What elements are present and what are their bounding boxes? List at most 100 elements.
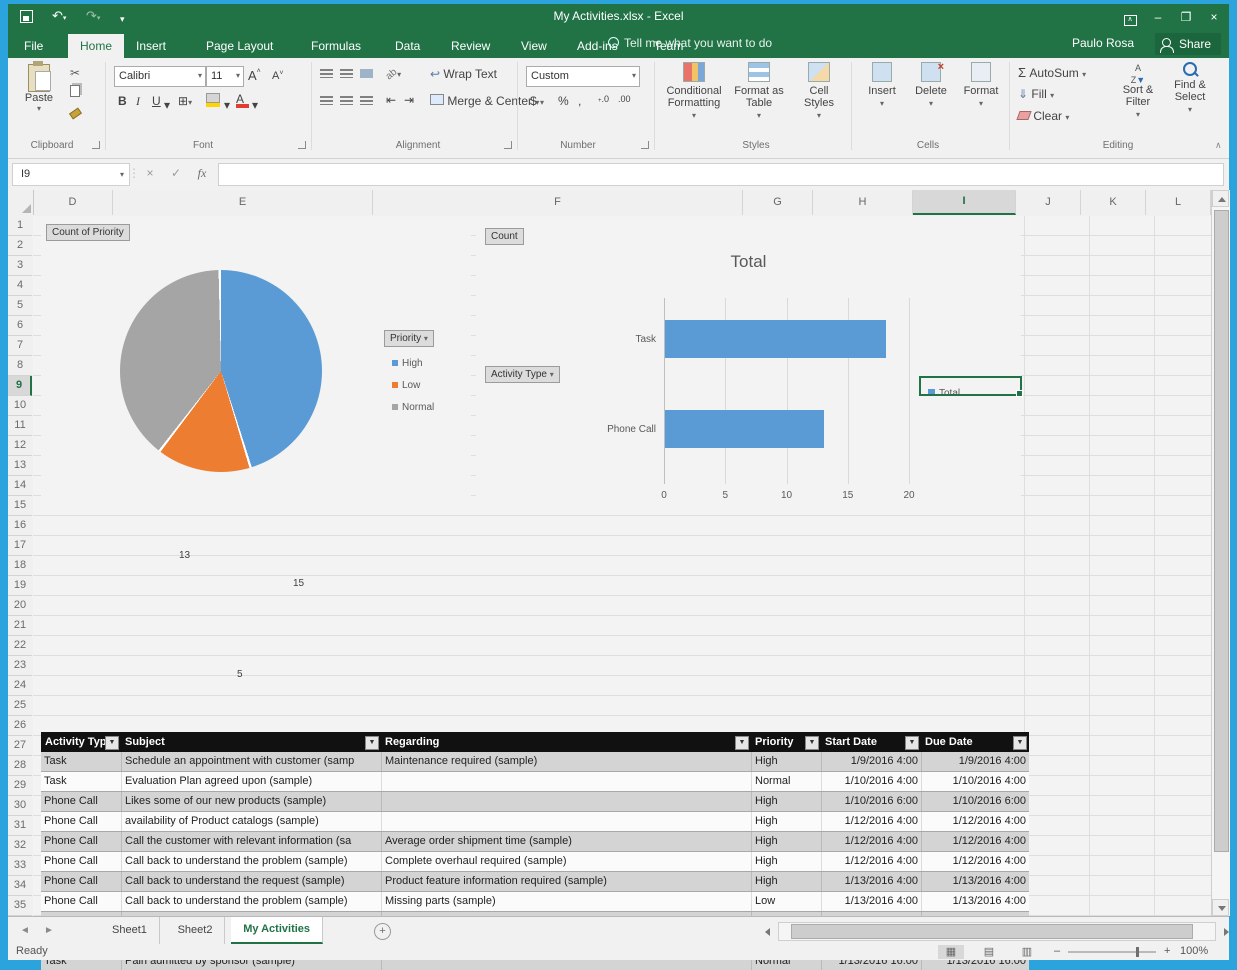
table-row[interactable]: Phone CallLikes some of our new products… — [41, 792, 1029, 812]
table-cell[interactable]: 1/9/2016 4:00 — [921, 752, 1029, 771]
table-row[interactable]: Phone CallCall back to understand the pr… — [41, 852, 1029, 872]
delete-cells-button[interactable]: × Delete▾ — [908, 62, 954, 136]
table-cell[interactable]: Schedule an appointment with customer (s… — [121, 752, 381, 771]
row-header-31[interactable]: 31 — [8, 816, 32, 836]
increase-decimal-icon[interactable]: +.0 — [598, 94, 609, 104]
table-cell[interactable]: 1/10/2016 6:00 — [921, 792, 1029, 811]
fx-icon[interactable]: fx — [192, 163, 212, 184]
fill-button[interactable]: ⇓ Fill ▾ — [1018, 87, 1054, 101]
table-header-subject[interactable]: Subject — [121, 732, 381, 752]
filter-dropdown-icon[interactable]: ▼ — [1013, 736, 1027, 750]
font-dialog-launcher-icon[interactable] — [298, 141, 306, 149]
row-header-21[interactable]: 21 — [8, 616, 32, 636]
table-cell[interactable]: Phone Call — [41, 892, 121, 911]
pie-legend-field-button[interactable]: Priority ▾ — [384, 330, 434, 347]
table-row[interactable]: Phone CallCall the customer with relevan… — [41, 832, 1029, 852]
vertical-scroll-thumb[interactable] — [1214, 210, 1229, 852]
pie-legend-item-low[interactable]: Low — [392, 380, 420, 391]
table-cell[interactable]: 1/13/2016 4:00 — [821, 872, 921, 891]
collapse-ribbon-icon[interactable]: ∧ — [1215, 140, 1222, 151]
formula-input[interactable] — [218, 163, 1224, 186]
table-cell[interactable]: Phone Call — [41, 852, 121, 871]
decrease-indent-icon[interactable]: ⇤ — [386, 93, 396, 107]
table-cell[interactable]: High — [751, 852, 821, 871]
table-cell[interactable]: Task — [41, 752, 121, 771]
table-cell[interactable]: availability of Product catalogs (sample… — [121, 812, 381, 831]
close-icon[interactable]: × — [1203, 8, 1225, 26]
selected-cell-I9[interactable] — [919, 376, 1022, 396]
ribbon-tab-formulas[interactable]: Formulas — [299, 34, 373, 58]
row-header-12[interactable]: 12 — [8, 436, 32, 456]
filter-dropdown-icon[interactable]: ▼ — [735, 736, 749, 750]
shrink-font-button[interactable]: A˅ — [272, 70, 283, 82]
font-color-dropdown-icon[interactable]: ▾ — [252, 98, 258, 112]
number-format-select[interactable]: Custom▾ — [526, 66, 640, 87]
column-header-K[interactable]: K — [1081, 190, 1146, 215]
page-break-view-icon[interactable]: ▥ — [1014, 945, 1040, 959]
cut-icon[interactable]: ✂ — [66, 64, 84, 82]
scroll-down-icon[interactable] — [1212, 899, 1229, 916]
scroll-right-icon[interactable] — [1224, 928, 1229, 936]
underline-button[interactable]: U — [152, 94, 161, 108]
row-header-25[interactable]: 25 — [8, 696, 32, 716]
row-header-2[interactable]: 2 — [8, 236, 32, 256]
table-cell[interactable]: Average order shipment time (sample) — [381, 832, 751, 851]
table-cell[interactable]: Phone Call — [41, 832, 121, 851]
scroll-up-icon[interactable] — [1212, 190, 1229, 207]
fill-color-icon[interactable] — [206, 92, 220, 107]
column-header-L[interactable]: L — [1146, 190, 1211, 215]
horizontal-scrollbar[interactable] — [778, 922, 1216, 941]
table-cell[interactable]: 1/12/2016 4:00 — [821, 852, 921, 871]
ribbon-tab-insert[interactable]: Insert — [124, 34, 178, 58]
table-cell[interactable] — [381, 792, 751, 811]
zoom-slider-thumb[interactable] — [1136, 947, 1139, 957]
zoom-level[interactable]: 100% — [1180, 945, 1208, 957]
page-layout-view-icon[interactable]: ▤ — [976, 945, 1002, 959]
vertical-scrollbar[interactable] — [1211, 190, 1230, 916]
pie-legend-item-high[interactable]: High — [392, 358, 423, 369]
align-bottom-icon[interactable] — [360, 67, 373, 81]
table-cell[interactable]: High — [751, 872, 821, 891]
italic-button[interactable]: I — [136, 94, 140, 109]
row-header-4[interactable]: 4 — [8, 276, 32, 296]
number-dialog-launcher-icon[interactable] — [641, 141, 649, 149]
ribbon-tab-data[interactable]: Data — [383, 34, 432, 58]
row-header-29[interactable]: 29 — [8, 776, 32, 796]
cell-styles-button[interactable]: Cell Styles▾ — [794, 62, 844, 136]
row-header-5[interactable]: 5 — [8, 296, 32, 316]
increase-indent-icon[interactable]: ⇥ — [404, 93, 414, 107]
row-header-13[interactable]: 13 — [8, 456, 32, 476]
copy-icon[interactable] — [66, 84, 84, 102]
orientation-icon[interactable]: ab▾ — [386, 66, 401, 80]
table-cell[interactable] — [381, 772, 751, 791]
row-header-1[interactable]: 1 — [8, 216, 32, 236]
align-center-icon[interactable] — [340, 94, 353, 108]
table-cell[interactable]: Evaluation Plan agreed upon (sample) — [121, 772, 381, 791]
merge-center-button[interactable]: Merge & Center ▾ — [430, 94, 539, 108]
table-cell[interactable]: Call back to understand the problem (sam… — [121, 852, 381, 871]
paste-button[interactable]: Paste▾ — [16, 62, 62, 136]
table-cell[interactable]: Call back to understand the request (sam… — [121, 872, 381, 891]
row-header-24[interactable]: 24 — [8, 676, 32, 696]
format-as-table-button[interactable]: Format as Table▾ — [730, 62, 788, 136]
row-header-35[interactable]: 35 — [8, 896, 32, 916]
row-header-10[interactable]: 10 — [8, 396, 32, 416]
sheet-tab-sheet2[interactable]: Sheet2 — [166, 917, 226, 944]
alignment-dialog-launcher-icon[interactable] — [504, 141, 512, 149]
ribbon-tab-page-layout[interactable]: Page Layout — [194, 34, 285, 58]
table-cell[interactable]: 1/12/2016 4:00 — [921, 832, 1029, 851]
row-header-11[interactable]: 11 — [8, 416, 32, 436]
sheet-nav-left-icon[interactable]: ◄ — [20, 925, 30, 936]
table-cell[interactable]: Maintenance required (sample) — [381, 752, 751, 771]
currency-format-icon[interactable]: $ ▾ — [530, 94, 544, 108]
table-cell[interactable]: Phone Call — [41, 792, 121, 811]
row-header-33[interactable]: 33 — [8, 856, 32, 876]
table-header-regarding[interactable]: Regarding — [381, 732, 751, 752]
table-cell[interactable]: High — [751, 812, 821, 831]
sort-filter-button[interactable]: AZ▼ Sort & Filter▾ — [1114, 62, 1162, 136]
table-cell[interactable]: 1/12/2016 4:00 — [821, 832, 921, 851]
column-header-I[interactable]: I — [913, 190, 1016, 215]
table-cell[interactable]: Call back to understand the problem (sam… — [121, 892, 381, 911]
font-size-select[interactable]: 11▾ — [206, 66, 244, 87]
percent-format-icon[interactable]: % — [558, 94, 569, 108]
